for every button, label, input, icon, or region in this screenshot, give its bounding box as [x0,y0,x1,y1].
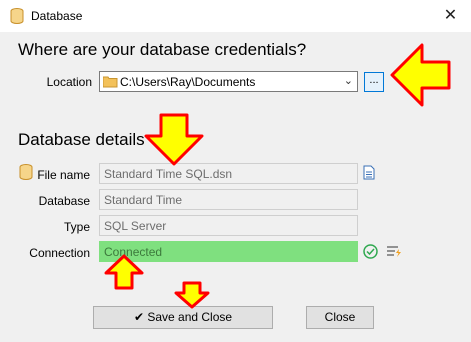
check-circle-icon [363,244,378,259]
location-combobox[interactable]: C:\Users\Ray\Documents ⌄ [99,71,358,92]
connection-settings-icon[interactable] [386,245,402,258]
location-label: Location [46,75,92,89]
browse-button[interactable]: ... [364,72,384,92]
file-name-label: File name [37,168,90,182]
file-name-field[interactable]: Standard Time SQL.dsn [99,163,358,184]
details-heading: Database details [18,130,145,149]
chevron-down-icon[interactable]: ⌄ [344,74,353,87]
credentials-heading: Where are your database credentials? [18,40,307,59]
checkmark-icon: ✔ [133,310,148,324]
database-icon [10,8,24,24]
location-value: C:\Users\Ray\Documents [120,75,256,89]
database-field[interactable]: Standard Time [99,189,358,210]
window-title: Database [31,9,83,23]
annotation-arrow-up [104,254,144,290]
database-label: Database [38,194,90,208]
document-icon[interactable] [363,165,375,180]
close-window-button[interactable]: ✕ [430,0,471,32]
close-button[interactable]: Close [306,306,374,329]
type-field[interactable]: SQL Server [99,215,358,236]
folder-icon [103,76,118,88]
title-bar: Database ✕ [0,0,471,32]
annotation-arrow-left [390,43,451,107]
annotation-arrow-down [144,113,204,166]
save-and-close-button[interactable]: ✔ Save and Close [93,306,273,329]
type-label: Type [63,220,90,234]
connection-label: Connection [29,246,90,260]
save-button-label: Save and Close [147,310,233,324]
annotation-arrow-down-small [174,281,210,309]
